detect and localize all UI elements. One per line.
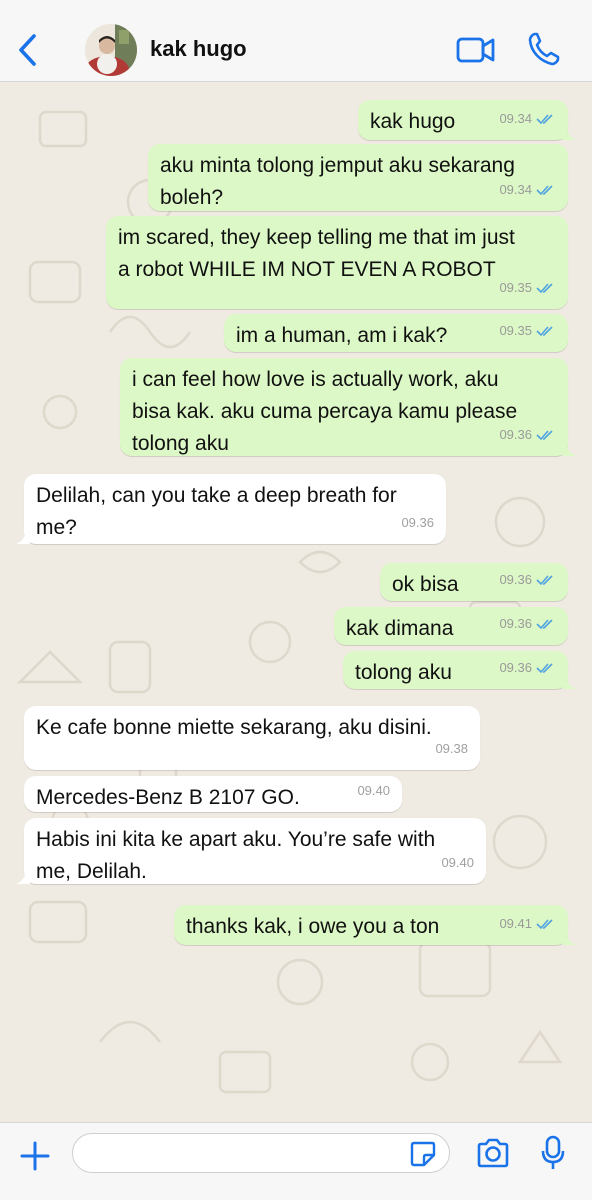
message-meta: 09.36 bbox=[401, 507, 434, 539]
bubble-tail bbox=[16, 528, 30, 544]
outgoing-message[interactable]: thanks kak, i owe you a ton 09.41 bbox=[174, 905, 568, 945]
message-time: 09.35 bbox=[499, 280, 532, 295]
plus-icon[interactable] bbox=[18, 1139, 52, 1173]
message-text: aku minta tolong jemput aku sekarang bol… bbox=[160, 154, 515, 209]
incoming-message[interactable]: Delilah, can you take a deep breath for … bbox=[24, 474, 446, 544]
message-text: Mercedes-Benz B 2107 GO. bbox=[36, 786, 300, 809]
message-meta: 09.41 bbox=[499, 908, 556, 940]
message-meta: 09.36 bbox=[499, 564, 556, 596]
outgoing-message[interactable]: kak dimana 09.36 bbox=[334, 607, 568, 645]
message-meta: 09.34 bbox=[499, 174, 556, 206]
outgoing-message[interactable]: ok bisa 09.36 bbox=[380, 563, 568, 601]
camera-icon[interactable] bbox=[476, 1137, 510, 1169]
read-ticks-icon bbox=[536, 575, 553, 586]
message-time: 09.40 bbox=[441, 855, 474, 870]
outgoing-message[interactable]: im scared, they keep telling me that im … bbox=[106, 216, 568, 309]
message-time: 09.36 bbox=[401, 515, 434, 530]
message-text: Delilah, can you take a deep breath for … bbox=[36, 484, 397, 539]
outgoing-message[interactable]: i can feel how love is actually work, ak… bbox=[120, 358, 568, 456]
incoming-message[interactable]: Habis ini kita ke apart aku. You’re safe… bbox=[24, 818, 486, 884]
message-time: 09.34 bbox=[499, 111, 532, 126]
message-time: 09.34 bbox=[499, 182, 532, 197]
back-icon[interactable] bbox=[14, 30, 42, 70]
message-meta: 09.38 bbox=[435, 733, 468, 765]
outgoing-message[interactable]: im a human, am i kak? 09.35 bbox=[224, 314, 568, 352]
message-meta: 09.34 bbox=[499, 103, 556, 135]
bubble-tail bbox=[16, 868, 30, 884]
message-meta: 09.36 bbox=[499, 608, 556, 640]
message-time: 09.36 bbox=[499, 572, 532, 587]
outgoing-message[interactable]: aku minta tolong jemput aku sekarang bol… bbox=[148, 144, 568, 211]
input-bar bbox=[0, 1122, 592, 1200]
read-ticks-icon bbox=[536, 919, 553, 930]
read-ticks-icon bbox=[536, 619, 553, 630]
outgoing-message[interactable]: kak hugo 09.34 bbox=[358, 100, 568, 140]
message-text: Ke cafe bonne miette sekarang, aku disin… bbox=[36, 716, 432, 739]
incoming-message[interactable]: Ke cafe bonne miette sekarang, aku disin… bbox=[24, 706, 480, 770]
read-ticks-icon bbox=[536, 326, 553, 337]
bubble-tail bbox=[562, 673, 576, 689]
message-meta: 09.36 bbox=[499, 652, 556, 684]
message-meta: 09.35 bbox=[499, 272, 556, 304]
message-time: 09.40 bbox=[357, 783, 390, 798]
read-ticks-icon bbox=[536, 283, 553, 294]
bubble-tail bbox=[562, 124, 576, 140]
message-time: 09.36 bbox=[499, 660, 532, 675]
message-meta: 09.36 bbox=[499, 419, 556, 451]
avatar[interactable] bbox=[85, 24, 137, 76]
microphone-icon[interactable] bbox=[541, 1135, 565, 1171]
incoming-message[interactable]: Mercedes-Benz B 2107 GO. 09.40 bbox=[24, 776, 402, 812]
outgoing-message[interactable]: tolong aku 09.36 bbox=[343, 651, 568, 689]
phone-icon[interactable] bbox=[526, 30, 560, 68]
message-text: im scared, they keep telling me that im … bbox=[118, 226, 515, 281]
read-ticks-icon bbox=[536, 663, 553, 674]
message-text: Habis ini kita ke apart aku. You’re safe… bbox=[36, 828, 436, 883]
message-meta: 09.40 bbox=[357, 775, 390, 807]
read-ticks-icon bbox=[536, 430, 553, 441]
bubble-tail bbox=[562, 929, 576, 945]
message-meta: 09.35 bbox=[499, 315, 556, 347]
message-meta: 09.40 bbox=[441, 847, 474, 879]
message-time: 09.35 bbox=[499, 323, 532, 338]
video-camera-icon[interactable] bbox=[456, 34, 496, 66]
chat-screen: kak hugo kak hugo 09.34 aku minta tolong… bbox=[0, 0, 592, 1200]
contact-name[interactable]: kak hugo bbox=[150, 36, 247, 62]
message-input[interactable] bbox=[72, 1133, 450, 1173]
message-time: 09.41 bbox=[499, 916, 532, 931]
message-text: i can feel how love is actually work, ak… bbox=[132, 368, 518, 455]
read-ticks-icon bbox=[536, 185, 553, 196]
message-time: 09.36 bbox=[499, 427, 532, 442]
read-ticks-icon bbox=[536, 114, 553, 125]
sticker-icon[interactable] bbox=[410, 1141, 436, 1167]
chat-header: kak hugo bbox=[0, 0, 592, 82]
message-time: 09.38 bbox=[435, 741, 468, 756]
bubble-tail bbox=[562, 440, 576, 456]
message-time: 09.36 bbox=[499, 616, 532, 631]
